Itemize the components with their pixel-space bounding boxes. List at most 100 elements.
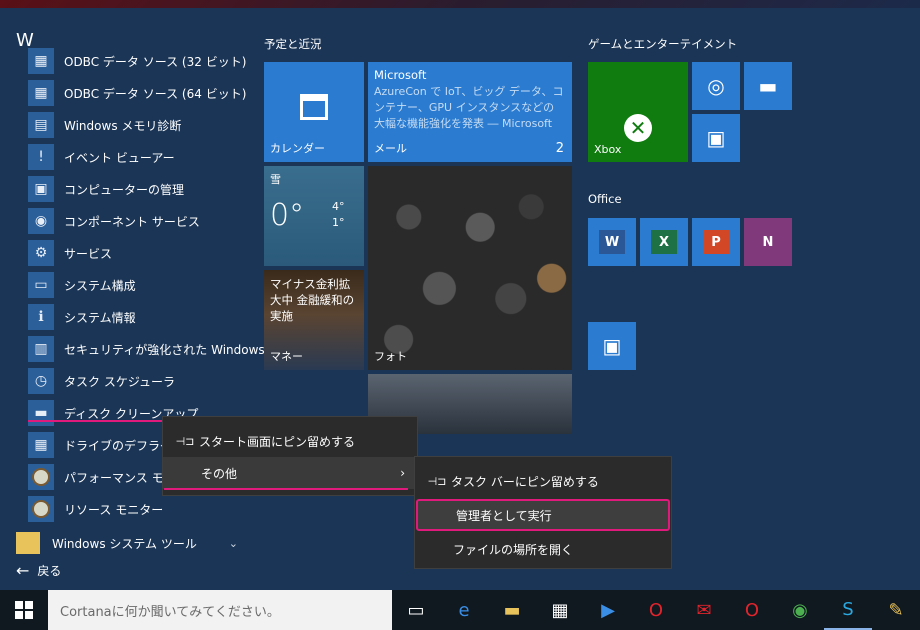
section-schedule-news: 予定と近況: [264, 37, 322, 51]
back-label: 戻る: [37, 564, 62, 578]
section-games-entertainment: ゲームとエンターテイメント: [588, 37, 738, 51]
tile-weather[interactable]: 雪 0° 4° 1°: [264, 166, 364, 266]
folder-icon: [16, 532, 40, 554]
menu-label: ファイルの場所を開く: [453, 542, 574, 557]
menu-label: その他: [201, 466, 238, 481]
app-firewall[interactable]: ▥ セキュリティが強化された Windows...: [28, 334, 276, 364]
menu-label: タスク バーにピン留めする: [451, 474, 599, 489]
defrag-icon: ▦: [28, 432, 54, 458]
app-label: リソース モニター: [64, 502, 164, 517]
mail-source: Microsoft: [374, 68, 427, 82]
paint-icon[interactable]: ✎: [872, 590, 920, 630]
odbc-icon: ▦: [28, 80, 54, 106]
tile-onenote[interactable]: N: [744, 218, 792, 266]
menu-open-file-location[interactable]: ファイルの場所を開く: [415, 533, 671, 565]
chevron-down-icon: ⌄: [228, 536, 238, 550]
group-label: Windows システム ツール: [52, 536, 197, 551]
task-scheduler-icon: ◷: [28, 368, 54, 394]
menu-more[interactable]: その他 ›: [163, 457, 417, 489]
app-label: サービス: [64, 246, 113, 261]
app-label: イベント ビューアー: [64, 150, 175, 165]
calendar-icon: [300, 94, 328, 120]
app-label: ODBC データ ソース (64 ビット): [64, 86, 247, 101]
back-arrow-icon: ←: [16, 561, 30, 580]
xbox-icon: ✕: [624, 114, 652, 142]
app-memory-diagnostic[interactable]: ▤ Windows メモリ診断: [28, 110, 181, 140]
app-resource-monitor[interactable]: リソース モニター: [28, 494, 163, 524]
pin-icon: ⊣⊐: [427, 474, 447, 488]
cortana-search-box[interactable]: Cortanaに何か聞いてみてください。: [48, 590, 392, 630]
start-button[interactable]: [0, 590, 48, 630]
menu-label: 管理者として実行: [456, 508, 552, 523]
mail-preview: AzureCon で IoT、ビッグ データ、コンテナー、GPU インスタンスな…: [374, 85, 564, 130]
context-menu: ⊣⊐ スタート画面にピン留めする その他 ›: [162, 416, 418, 496]
app-odbc-32[interactable]: ▦ ODBC データ ソース (32 ビット): [28, 46, 246, 76]
mail-count-badge: 2: [555, 141, 564, 156]
tile-xbox[interactable]: ✕ Xbox: [588, 62, 688, 162]
selected-app-underline: [28, 420, 163, 422]
tile-movies-tv[interactable]: ▬: [744, 62, 792, 110]
tile-calendar[interactable]: カレンダー: [264, 62, 364, 162]
more-item-underline: [164, 488, 408, 490]
app-task-scheduler[interactable]: ◷ タスク スケジューラ: [28, 366, 175, 396]
memory-diagnostic-icon: ▤: [28, 112, 54, 138]
odbc-icon: ▦: [28, 48, 54, 74]
disk-cleanup-icon: ▬: [28, 400, 54, 426]
app-system-config[interactable]: ▭ システム構成: [28, 270, 136, 300]
tile-money[interactable]: マイナス金利拡大中 金融緩和の実施 マネー: [264, 270, 364, 370]
weather-low: 1°: [332, 216, 345, 229]
weather-high: 4°: [332, 200, 345, 213]
task-view-icon[interactable]: ▭: [392, 590, 440, 630]
media-player-icon[interactable]: ▶: [584, 590, 632, 630]
firewall-icon: ▥: [28, 336, 54, 362]
file-explorer-icon[interactable]: ▬: [488, 590, 536, 630]
app-services[interactable]: ⚙ サービス: [28, 238, 112, 268]
opera-icon[interactable]: O: [728, 590, 776, 630]
menu-run-as-admin[interactable]: 管理者として実行: [416, 499, 670, 531]
word-icon: W: [599, 230, 625, 254]
store-icon[interactable]: ▦: [536, 590, 584, 630]
mail-envelope-icon[interactable]: ✉: [680, 590, 728, 630]
tile-label: メール: [374, 142, 407, 155]
menu-pin-to-taskbar[interactable]: ⊣⊐ タスク バーにピン留めする: [415, 465, 671, 497]
menu-pin-to-start[interactable]: ⊣⊐ スタート画面にピン留めする: [163, 425, 417, 457]
music-disc-icon: ◎: [707, 74, 725, 98]
app-event-viewer[interactable]: ! イベント ビューアー: [28, 142, 175, 172]
app-label: コンピューターの管理: [64, 182, 185, 197]
group-windows-system-tools[interactable]: Windows システム ツール ⌄: [16, 529, 238, 557]
services-gear-icon: ⚙: [28, 240, 54, 266]
tile-game[interactable]: ▣: [692, 114, 740, 162]
system-info-icon: ℹ: [28, 304, 54, 330]
chrome-icon[interactable]: ◉: [776, 590, 824, 630]
tile-app[interactable]: ▣: [588, 322, 636, 370]
app-component-services[interactable]: ◉ コンポーネント サービス: [28, 206, 200, 236]
skype-icon[interactable]: S: [824, 590, 872, 630]
tile-label: カレンダー: [270, 142, 325, 155]
pin-icon: ⊣⊐: [175, 434, 195, 448]
money-headline: マイナス金利拡大中 金融緩和の実施: [270, 277, 355, 323]
tile-powerpoint[interactable]: P: [692, 218, 740, 266]
back-button[interactable]: ← 戻る: [16, 561, 61, 580]
app-label: システム構成: [64, 278, 136, 293]
tile-label: フォト: [374, 350, 407, 363]
tile-label: Xbox: [594, 143, 622, 156]
app-label: タスク スケジューラ: [64, 374, 175, 389]
app-icon: ▣: [602, 334, 622, 358]
resource-monitor-icon: [28, 496, 54, 522]
tile-groove-music[interactable]: ◎: [692, 62, 740, 110]
weather-condition: 雪: [270, 173, 281, 186]
windows-logo-icon: [15, 601, 33, 619]
app-system-info[interactable]: ℹ システム情報: [28, 302, 136, 332]
tile-photos[interactable]: フォト: [368, 166, 572, 370]
opera-icon[interactable]: O: [632, 590, 680, 630]
tile-label: マネー: [270, 350, 303, 363]
onenote-icon: N: [755, 230, 781, 254]
tile-word[interactable]: W: [588, 218, 636, 266]
edge-icon[interactable]: e: [440, 590, 488, 630]
system-config-icon: ▭: [28, 272, 54, 298]
computer-management-icon: ▣: [28, 176, 54, 202]
app-odbc-64[interactable]: ▦ ODBC データ ソース (64 ビット): [28, 78, 246, 108]
tile-mail[interactable]: Microsoft AzureCon で IoT、ビッグ データ、コンテナー、G…: [368, 62, 572, 162]
tile-excel[interactable]: X: [640, 218, 688, 266]
app-computer-management[interactable]: ▣ コンピューターの管理: [28, 174, 184, 204]
